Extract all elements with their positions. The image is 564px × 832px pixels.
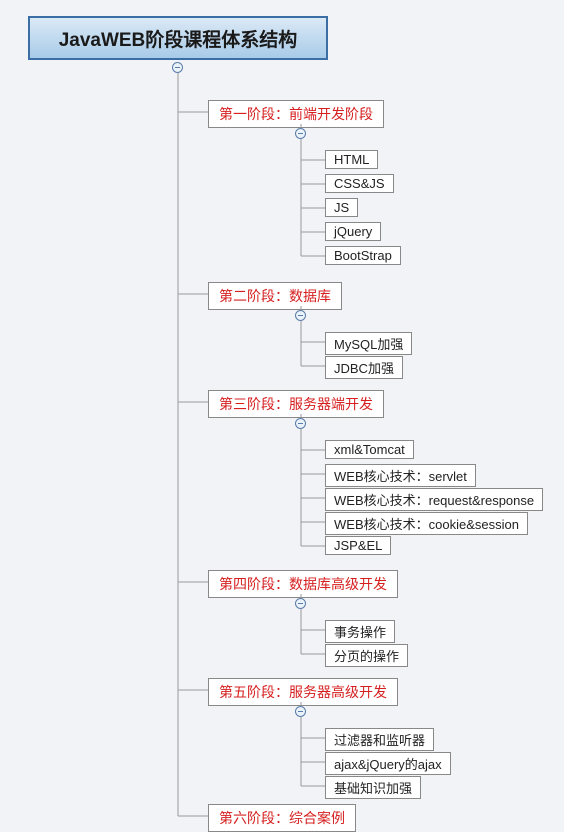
toggle-icon[interactable] [172, 62, 183, 73]
leaf-item: JSP&EL [325, 536, 391, 555]
stage-title: 第六阶段：综合案例 [208, 804, 356, 832]
stage-title: 第三阶段：服务器端开发 [208, 390, 384, 418]
stage-title: 第二阶段：数据库 [208, 282, 342, 310]
leaf-item: WEB核心技术：cookie&session [325, 512, 528, 535]
leaf-item: 分页的操作 [325, 644, 408, 667]
leaf-item: CSS&JS [325, 174, 394, 193]
leaf-item: WEB核心技术：servlet [325, 464, 476, 487]
leaf-item: 过滤器和监听器 [325, 728, 434, 751]
toggle-icon[interactable] [295, 598, 306, 609]
leaf-item: BootStrap [325, 246, 401, 265]
stage-title: 第一阶段：前端开发阶段 [208, 100, 384, 128]
leaf-item: HTML [325, 150, 378, 169]
root-title: JavaWEB阶段课程体系结构 [28, 16, 328, 60]
leaf-item: jQuery [325, 222, 381, 241]
toggle-icon[interactable] [295, 706, 306, 717]
toggle-icon[interactable] [295, 310, 306, 321]
stage-title: 第五阶段：服务器高级开发 [208, 678, 398, 706]
leaf-item: WEB核心技术：request&response [325, 488, 543, 511]
leaf-item: MySQL加强 [325, 332, 412, 355]
leaf-item: JS [325, 198, 358, 217]
toggle-icon[interactable] [295, 418, 306, 429]
leaf-item: 事务操作 [325, 620, 395, 643]
leaf-item: ajax&jQuery的ajax [325, 752, 451, 775]
toggle-icon[interactable] [295, 128, 306, 139]
leaf-item: JDBC加强 [325, 356, 403, 379]
stage-title: 第四阶段：数据库高级开发 [208, 570, 398, 598]
leaf-item: xml&Tomcat [325, 440, 414, 459]
leaf-item: 基础知识加强 [325, 776, 421, 799]
